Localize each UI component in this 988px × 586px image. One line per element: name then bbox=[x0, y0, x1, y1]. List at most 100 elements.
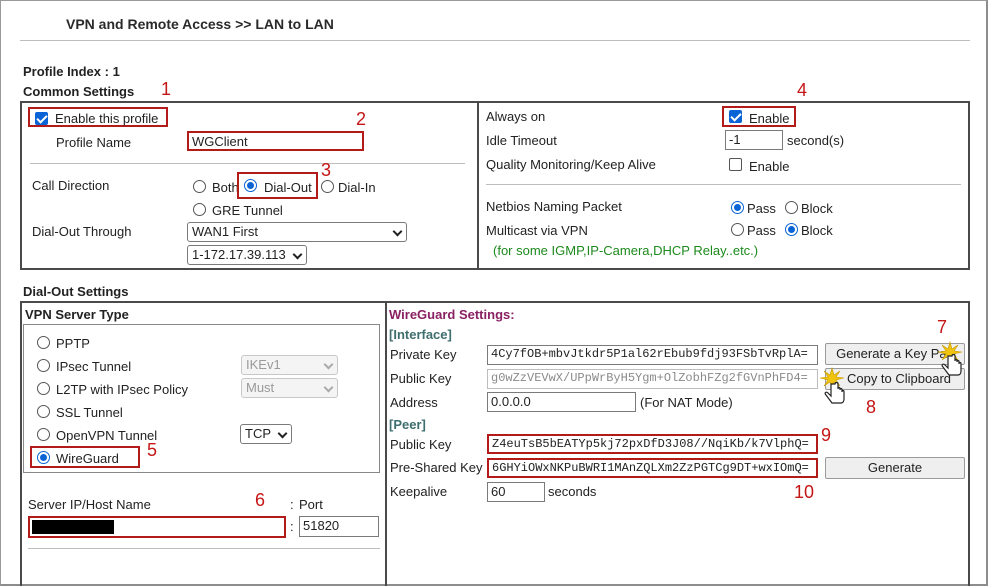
hand-cursor-icon bbox=[937, 340, 963, 376]
multicast-pass-label: Pass bbox=[747, 223, 776, 238]
type-l2tp-radio[interactable] bbox=[37, 382, 50, 395]
port-label: Port bbox=[299, 497, 323, 512]
hand-cursor-icon bbox=[819, 366, 845, 404]
psk-input[interactable]: 6GHYiOWxNKPuBWRI1MAnZQLXm2ZzPGTCg9DT+wxI… bbox=[487, 458, 818, 478]
call-both-radio[interactable] bbox=[193, 180, 206, 193]
wireguard-heading: WireGuard Settings: bbox=[389, 307, 515, 322]
profile-name-input[interactable]: WGClient bbox=[187, 131, 364, 151]
port-colon: : bbox=[290, 497, 294, 512]
keepalive-unit: seconds bbox=[548, 484, 597, 499]
always-on-enable-label: Enable bbox=[749, 111, 790, 126]
common-settings-heading: Common Settings bbox=[23, 84, 135, 99]
type-openvpn-label: OpenVPN Tunnel bbox=[56, 428, 158, 443]
ike-version-value: IKEv1 bbox=[246, 357, 281, 372]
type-ipsec-radio[interactable] bbox=[37, 359, 50, 372]
gre-tunnel-radio[interactable] bbox=[193, 203, 206, 216]
type-wireguard-radio[interactable] bbox=[37, 451, 50, 464]
private-key-input[interactable]: 4Cy7fOB+mbvJtkdr5P1al62rEbub9fdj93FSbTvR… bbox=[487, 345, 818, 365]
peer-public-key-label: Public Key bbox=[390, 437, 452, 452]
type-pptp-radio[interactable] bbox=[37, 336, 50, 349]
netbios-pass-label: Pass bbox=[747, 201, 776, 216]
keepalive-label: Keepalive bbox=[390, 484, 448, 499]
callout-number-7: 7 bbox=[937, 317, 948, 337]
enable-profile-label: Enable this profile bbox=[55, 111, 159, 126]
openvpn-protocol-value: TCP bbox=[245, 426, 271, 441]
call-dialin-label: Dial-In bbox=[338, 180, 376, 195]
idle-timeout-label: Idle Timeout bbox=[486, 133, 557, 148]
always-on-label: Always on bbox=[486, 109, 546, 124]
idle-timeout-input[interactable]: -1 bbox=[725, 130, 783, 150]
dialout-through-label: Dial-Out Through bbox=[32, 224, 132, 239]
call-direction-label: Call Direction bbox=[32, 178, 110, 193]
peer-public-key-input[interactable]: Z4euTsB5bEATYp5kj72pxDfD3J08//NqiKb/k7Vl… bbox=[487, 434, 818, 454]
address-input[interactable]: 0.0.0.0 bbox=[487, 392, 636, 412]
callout-number-5: 5 bbox=[147, 440, 158, 460]
call-dialin-radio[interactable] bbox=[321, 180, 334, 193]
call-dialout-radio[interactable] bbox=[244, 179, 257, 192]
port-colon-2: : bbox=[290, 519, 294, 534]
callout-number-8: 8 bbox=[866, 397, 877, 417]
netbios-block-radio[interactable] bbox=[785, 201, 798, 214]
chevron-down-icon bbox=[323, 359, 334, 370]
type-l2tp-label: L2TP with IPsec Policy bbox=[56, 382, 188, 397]
address-label: Address bbox=[390, 395, 438, 410]
type-ssl-radio[interactable] bbox=[37, 405, 50, 418]
netbios-block-label: Block bbox=[801, 201, 833, 216]
multicast-note: (for some IGMP,IP-Camera,DHCP Relay..etc… bbox=[493, 243, 759, 258]
multicast-label: Multicast via VPN bbox=[486, 223, 588, 238]
right-divider bbox=[486, 184, 961, 185]
chevron-down-icon bbox=[277, 428, 288, 439]
profile-index: Profile Index : 1 bbox=[23, 64, 120, 79]
type-openvpn-radio[interactable] bbox=[37, 428, 50, 441]
type-ssl-label: SSL Tunnel bbox=[56, 405, 123, 420]
address-note: (For NAT Mode) bbox=[640, 395, 733, 410]
type-ipsec-label: IPsec Tunnel bbox=[56, 359, 132, 374]
callout-number-9: 9 bbox=[821, 425, 832, 445]
netbios-label: Netbios Naming Packet bbox=[486, 199, 622, 214]
public-key-label: Public Key bbox=[390, 371, 452, 386]
multicast-block-radio[interactable] bbox=[785, 223, 798, 236]
psk-label: Pre-Shared Key bbox=[390, 460, 483, 475]
gre-tunnel-label: GRE Tunnel bbox=[212, 203, 283, 218]
dialout-through-select[interactable]: WAN1 First bbox=[187, 222, 407, 242]
page-title: VPN and Remote Access >> LAN to LAN bbox=[66, 16, 334, 32]
openvpn-protocol-select[interactable]: TCP bbox=[240, 424, 292, 444]
quality-monitoring-enable-label: Enable bbox=[749, 159, 790, 174]
generate-psk-button[interactable]: Generate bbox=[825, 457, 965, 479]
private-key-label: Private Key bbox=[390, 347, 457, 362]
public-key-input[interactable]: g0wZzVEVwX/UPpWrByH5Ygm+OlZobhFZg2fGVnPh… bbox=[487, 369, 818, 389]
call-both-label: Both bbox=[212, 180, 239, 195]
callout-number-10: 10 bbox=[794, 482, 815, 502]
multicast-pass-radio[interactable] bbox=[731, 223, 744, 236]
title-divider bbox=[20, 40, 970, 41]
peer-heading: [Peer] bbox=[389, 417, 426, 432]
chevron-down-icon bbox=[292, 249, 303, 260]
callout-number-2: 2 bbox=[356, 109, 367, 129]
ike-version-select[interactable]: IKEv1 bbox=[241, 355, 338, 375]
multicast-block-label: Block bbox=[801, 223, 833, 238]
l2tp-policy-select[interactable]: Must bbox=[241, 378, 338, 398]
type-pptp-label: PPTP bbox=[56, 336, 90, 351]
chevron-down-icon bbox=[392, 226, 403, 237]
netbios-pass-radio[interactable] bbox=[731, 201, 744, 214]
ip-address-select[interactable]: 1-172.17.39.113 bbox=[187, 245, 307, 265]
callout-number-4: 4 bbox=[797, 80, 808, 100]
redacted-host-block bbox=[32, 520, 114, 534]
chevron-down-icon bbox=[323, 382, 334, 393]
type-wireguard-label: WireGuard bbox=[56, 451, 119, 466]
interface-heading: [Interface] bbox=[389, 327, 452, 342]
ip-address-value: 1-172.17.39.113 bbox=[192, 247, 286, 262]
dialout-through-value: WAN1 First bbox=[192, 224, 258, 239]
port-input[interactable]: 51820 bbox=[299, 516, 379, 537]
always-on-checkbox[interactable] bbox=[729, 110, 742, 123]
quality-monitoring-checkbox[interactable] bbox=[729, 158, 742, 171]
quality-monitoring-label: Quality Monitoring/Keep Alive bbox=[486, 157, 656, 172]
server-host-input[interactable] bbox=[28, 516, 286, 538]
call-dialout-label: Dial-Out bbox=[264, 180, 312, 195]
l2tp-policy-value: Must bbox=[246, 380, 275, 395]
enable-profile-checkbox[interactable] bbox=[35, 112, 48, 125]
callout-number-1: 1 bbox=[161, 79, 172, 99]
dialout-settings-heading: Dial-Out Settings bbox=[23, 284, 129, 299]
keepalive-input[interactable]: 60 bbox=[487, 482, 545, 502]
callout-number-3: 3 bbox=[321, 160, 332, 180]
